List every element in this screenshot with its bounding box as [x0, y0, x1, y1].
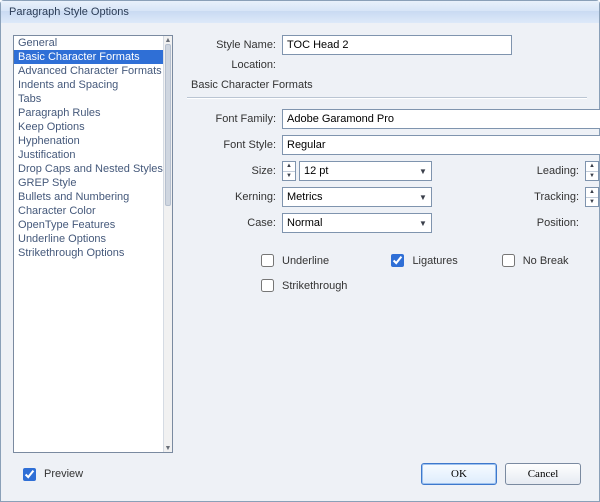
checkbox-row: Underline Strikethrough Ligatures No Bre… [187, 251, 587, 295]
sidebar-item[interactable]: Keep Options [14, 120, 164, 134]
chevron-down-icon: ▼ [415, 161, 431, 181]
font-style-dropdown[interactable]: Regular ▼ [282, 135, 600, 155]
style-name-input[interactable] [282, 35, 512, 55]
dialog-paragraph-style-options: Paragraph Style Options GeneralBasic Cha… [0, 0, 600, 502]
chevron-up-icon: ▲ [283, 162, 295, 172]
sidebar-item[interactable]: Tabs [14, 92, 164, 106]
no-break-label: No Break [523, 255, 569, 267]
preview-input[interactable] [23, 468, 36, 481]
strikethrough-label: Strikethrough [282, 280, 347, 292]
preview-checkbox[interactable]: Preview [19, 465, 83, 484]
chevron-down-icon: ▼ [415, 213, 431, 233]
size-dropdown[interactable]: 12 pt ▼ [299, 161, 432, 181]
case-label: Case: [247, 217, 276, 229]
font-family-dropdown[interactable]: Adobe Garamond Pro ▼ [282, 109, 600, 129]
font-family-label: Font Family: [215, 113, 276, 125]
size-stepper[interactable]: ▲▼ [282, 161, 296, 181]
preview-label: Preview [44, 468, 83, 480]
ligatures-input[interactable] [391, 254, 404, 267]
sidebar-item[interactable]: Basic Character Formats [14, 50, 164, 64]
strikethrough-input[interactable] [261, 279, 274, 292]
category-panel: GeneralBasic Character FormatsAdvanced C… [13, 35, 173, 453]
sidebar-item[interactable]: Justification [14, 148, 164, 162]
kerning-label: Kerning: [235, 191, 276, 203]
font-family-value: Adobe Garamond Pro [287, 113, 394, 125]
leading-label: Leading: [537, 165, 579, 177]
no-break-input[interactable] [502, 254, 515, 267]
dialog-footer: Preview OK Cancel [13, 459, 587, 489]
window-title: Paragraph Style Options [9, 6, 129, 18]
no-break-checkbox[interactable]: No Break [498, 251, 569, 270]
sidebar-item[interactable]: Drop Caps and Nested Styles [14, 162, 164, 176]
font-style-value: Regular [287, 139, 326, 151]
size-label: Size: [252, 165, 276, 177]
sidebar-item[interactable]: Indents and Spacing [14, 78, 164, 92]
chevron-up-icon: ▲ [586, 162, 598, 172]
category-scrollbar[interactable]: ▲ ▼ [163, 36, 172, 452]
chevron-up-icon: ▲ [586, 188, 598, 198]
underline-input[interactable] [261, 254, 274, 267]
sidebar-item[interactable]: Character Color [14, 204, 164, 218]
strikethrough-checkbox[interactable]: Strikethrough [257, 276, 347, 295]
category-items: GeneralBasic Character FormatsAdvanced C… [14, 36, 164, 452]
case-value: Normal [287, 217, 322, 229]
ligatures-label: Ligatures [412, 255, 457, 267]
sidebar-item[interactable]: Strikethrough Options [14, 246, 164, 260]
sidebar-item[interactable]: General [14, 36, 164, 50]
location-label: Location: [191, 59, 276, 71]
sidebar-item[interactable]: Bullets and Numbering [14, 190, 164, 204]
leading-stepper[interactable]: ▲▼ [585, 161, 599, 181]
scroll-down-arrow-icon[interactable]: ▼ [164, 444, 172, 452]
style-name-label: Style Name: [191, 39, 276, 51]
ok-button[interactable]: OK [421, 463, 497, 485]
scroll-up-arrow-icon[interactable]: ▲ [164, 36, 172, 44]
chevron-down-icon: ▼ [586, 172, 598, 181]
scroll-track[interactable] [165, 44, 171, 444]
ligatures-checkbox[interactable]: Ligatures [387, 251, 457, 270]
kerning-dropdown[interactable]: Metrics ▼ [282, 187, 432, 207]
dialog-content: GeneralBasic Character FormatsAdvanced C… [1, 23, 599, 501]
section-title: Basic Character Formats [191, 79, 583, 91]
category-listbox[interactable]: GeneralBasic Character FormatsAdvanced C… [13, 35, 173, 453]
scroll-thumb[interactable] [165, 44, 171, 206]
chevron-down-icon: ▼ [586, 198, 598, 207]
sidebar-item[interactable]: GREP Style [14, 176, 164, 190]
sidebar-item[interactable]: OpenType Features [14, 218, 164, 232]
sidebar-item[interactable]: Paragraph Rules [14, 106, 164, 120]
sidebar-item[interactable]: Advanced Character Formats [14, 64, 164, 78]
position-label: Position: [537, 217, 579, 229]
underline-checkbox[interactable]: Underline [257, 251, 347, 270]
cancel-button[interactable]: Cancel [505, 463, 581, 485]
chevron-down-icon: ▼ [415, 187, 431, 207]
font-style-label: Font Style: [223, 139, 276, 151]
section-divider [187, 97, 587, 99]
chevron-down-icon: ▼ [283, 172, 295, 181]
sidebar-item[interactable]: Hyphenation [14, 134, 164, 148]
kerning-value: Metrics [287, 191, 322, 203]
case-dropdown[interactable]: Normal ▼ [282, 213, 432, 233]
main-area: GeneralBasic Character FormatsAdvanced C… [13, 35, 587, 453]
sidebar-item[interactable]: Underline Options [14, 232, 164, 246]
size-value: 12 pt [304, 165, 328, 177]
tracking-label: Tracking: [534, 191, 579, 203]
character-format-grid: Font Family: Adobe Garamond Pro ▼ Font S… [187, 109, 587, 233]
tracking-stepper[interactable]: ▲▼ [585, 187, 599, 207]
title-bar: Paragraph Style Options [1, 1, 599, 24]
form-header: Style Name: Location: Basic Character Fo… [187, 35, 587, 91]
form-panel: Style Name: Location: Basic Character Fo… [187, 35, 587, 453]
underline-label: Underline [282, 255, 329, 267]
